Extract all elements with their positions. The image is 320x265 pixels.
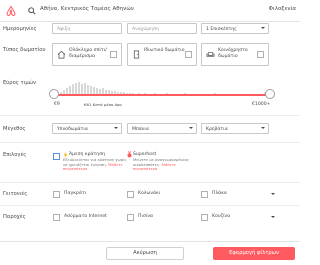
top-bar: Αθήνα, Κεντρικός Τομέας Αθηνών Φιλοξενία [0,0,300,22]
amenity-option: Πισίνα [138,214,154,219]
neighborhood-checkbox[interactable] [127,191,134,198]
checkout-field[interactable]: Αναχώρηση [127,23,197,34]
instant-book-checkbox[interactable] [53,153,60,160]
price-slider-track[interactable] [54,94,270,96]
house-icon [57,50,66,59]
price-range-label: Εύρος τιμών [3,80,36,86]
beds-value: Κρεβάτια [206,126,228,132]
room-type-label: Τύπος δωματίου [3,47,46,53]
chevron-down-icon [189,127,193,129]
dates-label: Ημερομηνίες [3,26,37,32]
room-type-entire-home-checkbox[interactable] [110,51,117,58]
price-max-value: €1000+ [252,102,271,107]
neighborhood-checkbox[interactable] [201,191,208,198]
price-min-handle[interactable] [49,89,59,99]
options-label: Επιλογές [3,152,27,158]
price-min-value: €9 [54,102,60,107]
apply-filters-button[interactable]: Εφαρμογή φίλτρων [213,247,295,260]
medal-icon [127,151,132,158]
door-icon [133,50,140,59]
bathrooms-select[interactable]: Μπάνια [127,123,197,134]
neighborhoods-expand-chevron-icon[interactable] [271,193,275,195]
chevron-down-icon [261,27,265,29]
chevron-down-icon [261,127,265,129]
bedrooms-select[interactable]: Υπνοδωμάτια [52,123,122,134]
price-max-handle[interactable] [265,89,275,99]
amenities-label: Παροχές [3,214,26,220]
neighborhood-checkbox[interactable] [53,191,60,198]
neighborhood-option: Παγκράτι [64,191,87,196]
instant-book-description: Εξειδικεύεται για κράτηση χωρίς να χρειά… [63,157,129,172]
divider [0,115,300,116]
neighborhood-option: Κολωνάκι [138,191,161,196]
beds-select[interactable]: Κρεβάτια [201,123,269,134]
neighborhoods-label: Γειτονιές [3,191,28,197]
amenity-checkbox[interactable] [201,214,208,221]
divider [0,205,300,206]
price-average: €61 Κατά μέσο όρο [84,102,122,107]
guests-value: 1 Επισκέπτης [206,26,237,32]
superhost-description: Μείνετε με αναγνωρισμένους οικοδεσπότες.… [133,157,201,172]
divider [0,142,300,143]
couch-icon [206,52,215,57]
bedrooms-value: Υπνοδωμάτια [57,126,88,132]
search-icon [28,7,36,15]
amenity-checkbox[interactable] [127,214,134,221]
room-type-private-room[interactable]: Ιδιωτικό δωμάτιο [127,43,197,66]
guests-select[interactable]: 1 Επισκέπτης [201,23,269,34]
cancel-button[interactable]: Ακύρωση [106,247,184,260]
checkin-field[interactable]: Άφιξη [52,23,122,34]
airbnb-logo-icon[interactable] [6,5,16,17]
price-histogram [60,82,266,94]
search-input[interactable]: Αθήνα, Κεντρικός Τομέας Αθηνών [40,6,134,12]
room-type-private-room-checkbox[interactable] [185,51,192,58]
room-type-entire-home[interactable]: Ολόκληρο σπίτι/ διαμέρισμα [52,43,122,66]
amenity-option: Ασύρματο Internet [64,214,107,219]
room-type-shared-room-checkbox[interactable] [257,51,264,58]
checkin-placeholder: Άφιξη [57,26,71,32]
checkout-placeholder: Αναχώρηση [132,26,159,32]
bathrooms-value: Μπάνια [132,126,149,132]
neighborhood-option: Πλάκα [212,191,227,196]
amenities-expand-chevron-icon[interactable] [271,216,275,218]
divider [0,182,300,183]
chevron-down-icon [114,127,118,129]
amenity-checkbox[interactable] [53,214,60,221]
host-link[interactable]: Φιλοξενία [269,6,296,12]
amenity-option: Κουζίνα [212,214,231,219]
size-label: Μέγεθος [3,126,26,132]
room-type-shared-room[interactable]: Κοινόχρηστο δωμάτιο [201,43,269,66]
filter-actions-bar: Ακύρωση Εφαρμογή φίλτρων [0,241,300,265]
